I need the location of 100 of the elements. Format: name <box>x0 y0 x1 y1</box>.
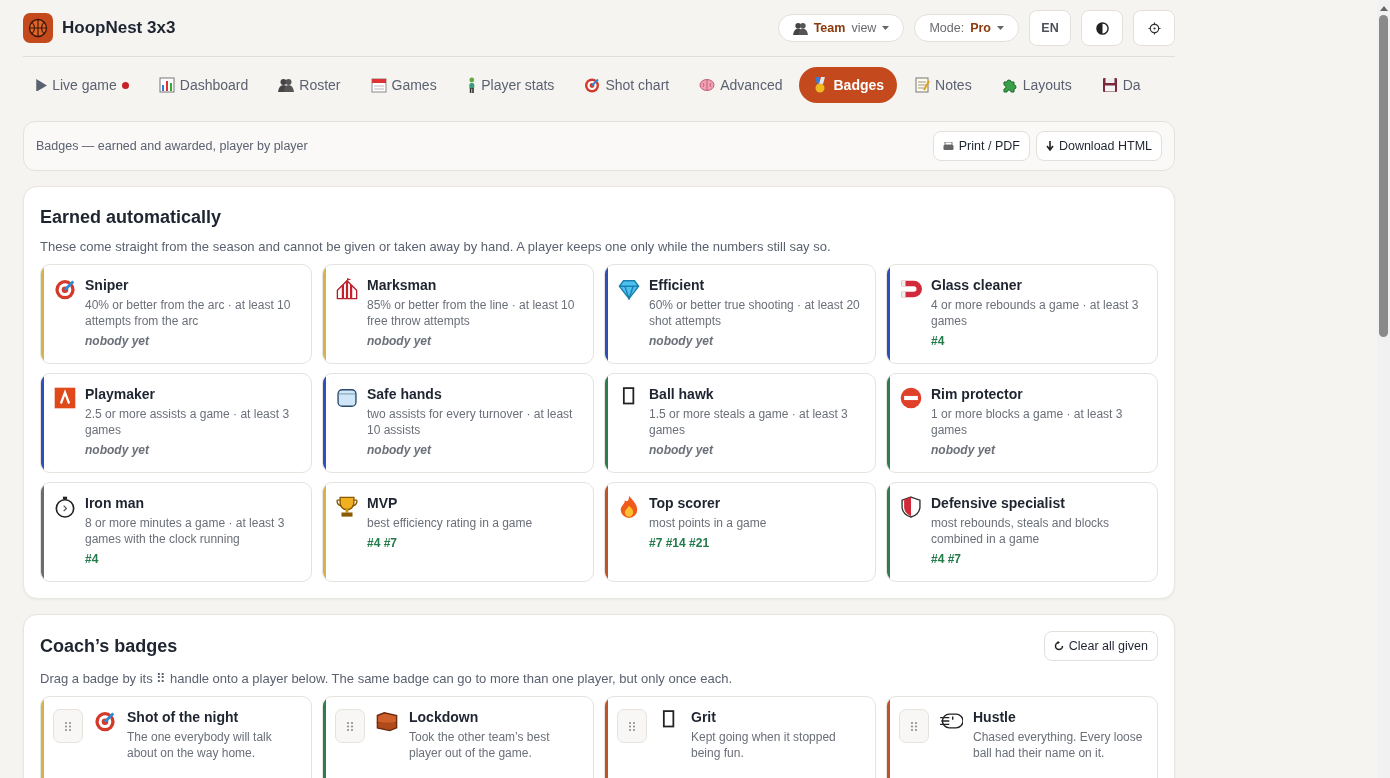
badge-name: Ball hawk <box>649 386 715 402</box>
badge-name: MVP <box>367 495 399 511</box>
grip-icon <box>911 721 917 731</box>
badge-name: Glass cleaner <box>931 277 1024 293</box>
drag-handle[interactable] <box>617 709 647 743</box>
section-description: Drag a badge by its ⠿ handle onto a player below. The same badge can go to more than one player, but only once each. <box>40 671 733 686</box>
printer-icon <box>942 141 954 151</box>
trophy-icon <box>336 496 358 518</box>
badge-name: Safe hands <box>367 386 443 402</box>
badge-rule: best efficiency rating in a game <box>367 515 533 531</box>
stopwatch-icon <box>54 496 76 518</box>
badge-name: Playmaker <box>85 386 157 402</box>
badge-holders: #7 #14 #21 <box>649 536 711 550</box>
print-button[interactable]: Print / PDF <box>932 131 1030 161</box>
badge-holders: nobody yet <box>85 334 151 348</box>
nav-tab[interactable]: Notes <box>901 67 985 103</box>
badge-rule: 4 or more rebounds a game · at least 3 games <box>931 297 1140 329</box>
badge-name: Sniper <box>85 277 130 293</box>
target-icon <box>54 278 76 300</box>
caret-icon <box>997 26 1004 30</box>
badge-name: Top scorer <box>649 495 722 511</box>
scrollbar[interactable] <box>1377 0 1390 778</box>
badge-name: Iron man <box>85 495 146 511</box>
notepad-icon <box>914 77 931 93</box>
badge-holders: #4 <box>85 552 100 566</box>
nav-tab[interactable]: Shot chart <box>571 67 683 103</box>
shield-icon <box>900 496 922 518</box>
square-sign-icon <box>54 387 76 409</box>
nav-tab[interactable]: Dashboard <box>145 67 262 103</box>
badge-name: Shot of the night <box>127 709 240 725</box>
badge-holders: nobody yet <box>367 443 433 457</box>
nav-tab[interactable]: Player stats <box>453 67 568 103</box>
tent-icon <box>336 278 358 300</box>
scroll-up-icon <box>1379 6 1388 11</box>
badge-description: Chased everything. Every loose ball had their name on it. <box>973 729 1144 761</box>
drag-handle[interactable] <box>335 709 365 743</box>
empty-box-icon <box>622 387 636 405</box>
scrollbar-thumb[interactable] <box>1379 15 1388 337</box>
badge-name: Marksman <box>367 277 438 293</box>
language-button[interactable]: EN <box>1029 10 1071 46</box>
download-icon <box>1045 140 1054 152</box>
target-icon <box>94 710 116 732</box>
badge-rule: 8 or more minutes a game · at least 3 games with the clock running <box>85 515 286 547</box>
fist-icon <box>939 710 963 732</box>
badge-name: Hustle <box>973 709 1017 725</box>
play-icon <box>36 78 48 92</box>
badge-name: Rim protector <box>931 386 1024 402</box>
download-button[interactable]: Download HTML <box>1035 131 1162 161</box>
nav-tab[interactable]: Roster <box>265 67 354 103</box>
badge-description: Took the other team’s best player out of the game. <box>409 729 551 761</box>
badge-rule: most rebounds, steals and blocks combined in a game <box>931 515 1111 547</box>
section-title: Coach’s badges <box>40 635 178 658</box>
badge-description: Kept going when it stopped being fun. <box>691 729 837 761</box>
puzzle-icon <box>1001 77 1018 93</box>
badge-holders: nobody yet <box>367 334 433 348</box>
section-title: Earned automatically <box>40 206 223 229</box>
badge-holders: #4 #7 <box>931 552 963 566</box>
ice-cube-icon <box>336 387 358 409</box>
badge-holders: nobody yet <box>649 443 715 457</box>
empty-box-icon <box>662 710 676 728</box>
badge-name: Efficient <box>649 277 706 293</box>
settings-button[interactable] <box>1133 10 1175 46</box>
badge-holders: nobody yet <box>649 334 715 348</box>
app-title: HoopNest 3x3 <box>62 18 176 38</box>
nav-tab[interactable]: Badges <box>799 67 898 103</box>
calendar-icon <box>370 77 387 93</box>
grip-icon <box>65 721 71 731</box>
basketball-logo <box>23 13 53 43</box>
no-entry-icon <box>900 387 922 409</box>
gem-icon <box>618 278 640 300</box>
nav-tab[interactable]: Layouts <box>988 67 1085 103</box>
badge-holders: nobody yet <box>85 443 151 457</box>
magnet-icon <box>900 278 922 300</box>
view-dropdown[interactable]: Team view <box>777 14 905 42</box>
person-icon <box>466 77 477 93</box>
badge-name: Lockdown <box>409 709 480 725</box>
badge-name: Defensive specialist <box>931 495 1066 511</box>
nav-tab[interactable]: Da <box>1088 67 1154 103</box>
contrast-icon <box>1095 21 1109 35</box>
nav-tab[interactable]: Games <box>357 67 450 103</box>
grip-icon <box>347 721 353 731</box>
nav-tab[interactable]: Advanced <box>686 67 796 103</box>
people-icon <box>792 20 808 36</box>
target-icon <box>584 77 601 93</box>
badge-holders: nobody yet <box>931 443 997 457</box>
theme-button[interactable] <box>1081 10 1123 46</box>
nav-tab[interactable]: Live game <box>23 67 142 103</box>
badge-rule: most points in a game <box>649 515 767 531</box>
people-icon <box>278 77 295 93</box>
page-description: Badges — earned and awarded, player by player <box>36 139 308 153</box>
clear-button[interactable]: Clear all given <box>1043 631 1158 661</box>
settings-icon <box>1147 21 1161 35</box>
drag-handle[interactable] <box>899 709 929 743</box>
badge-name: Grit <box>691 709 717 725</box>
drag-handle[interactable] <box>53 709 83 743</box>
mode-dropdown[interactable]: Mode: Pro <box>914 14 1019 42</box>
badge-holders: #4 #7 <box>367 536 399 550</box>
brain-icon <box>699 77 716 93</box>
section-description: These come straight from the season and cannot be given or taken away by hand. A player keeps one only while the numbers still say so. <box>40 239 832 254</box>
grip-icon <box>629 721 635 731</box>
